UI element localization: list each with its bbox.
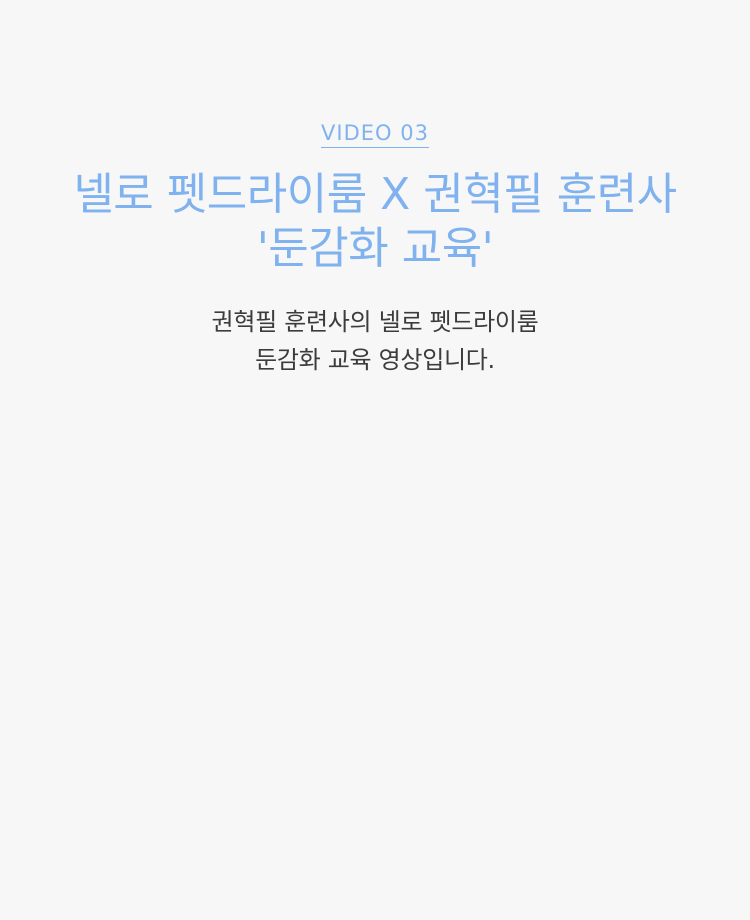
video-number-text: VIDEO 03	[321, 119, 429, 148]
video-description-line-1: 권혁필 훈련사의 넬로 펫드라이룸	[211, 308, 539, 336]
video-title-line-1: 넬로 펫드라이룸 X 권혁필 훈련사	[73, 169, 677, 220]
video-description: 권혁필 훈련사의 넬로 펫드라이룸 둔감화 교육 영상입니다.	[0, 303, 750, 379]
video-description-line-2: 둔감화 교육 영상입니다.	[255, 346, 495, 374]
video-title-line-2: '둔감화 교육'	[256, 223, 494, 274]
video-section: VIDEO 03 넬로 펫드라이룸 X 권혁필 훈련사 '둔감화 교육' 권혁필…	[0, 0, 750, 920]
video-title: 넬로 펫드라이룸 X 권혁필 훈련사 '둔감화 교육'	[0, 168, 750, 276]
video-number-label: VIDEO 03	[0, 119, 750, 148]
